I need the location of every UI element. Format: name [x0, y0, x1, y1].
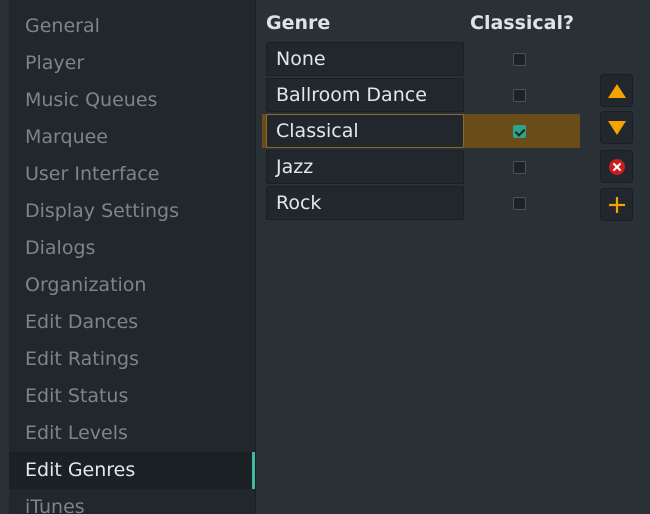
- classical-checkbox[interactable]: [513, 53, 526, 66]
- arrow-up-icon: [607, 83, 626, 98]
- sidebar-item-dialogs[interactable]: Dialogs: [9, 230, 255, 267]
- table-row[interactable]: None: [266, 42, 580, 76]
- sidebar-item-general[interactable]: General: [9, 8, 255, 45]
- move-up-button[interactable]: [600, 74, 633, 107]
- sidebar-item-edit-levels[interactable]: Edit Levels: [9, 415, 255, 452]
- table-row[interactable]: Rock: [266, 186, 580, 220]
- classical-column-header: Classical?: [470, 12, 575, 34]
- sidebar-item-player[interactable]: Player: [9, 45, 255, 82]
- classical-checkbox[interactable]: [513, 89, 526, 102]
- table-row[interactable]: Classical: [262, 114, 580, 148]
- classical-checkbox[interactable]: [513, 125, 526, 138]
- move-down-button[interactable]: [600, 111, 633, 144]
- genre-name-field[interactable]: Jazz: [266, 150, 464, 184]
- sidebar-item-edit-dances[interactable]: Edit Dances: [9, 304, 255, 341]
- remove-genre-button[interactable]: [600, 150, 633, 183]
- sidebar-item-display-settings[interactable]: Display Settings: [9, 193, 255, 230]
- genre-column-header: Genre: [266, 12, 331, 34]
- classical-checkbox[interactable]: [513, 161, 526, 174]
- sidebar-item-edit-ratings[interactable]: Edit Ratings: [9, 341, 255, 378]
- genre-name-field[interactable]: None: [266, 42, 464, 76]
- remove-icon: [608, 158, 625, 175]
- sidebar-item-marquee[interactable]: Marquee: [9, 119, 255, 156]
- sidebar-item-music-queues[interactable]: Music Queues: [9, 82, 255, 119]
- genre-name-field[interactable]: Rock: [266, 186, 464, 220]
- plus-icon: [608, 196, 625, 213]
- arrow-down-icon: [607, 120, 626, 135]
- table-row[interactable]: Ballroom Dance: [266, 78, 580, 112]
- add-genre-button[interactable]: [600, 188, 633, 221]
- preferences-sidebar: General Player Music Queues Marquee User…: [9, 0, 256, 514]
- genre-editor: Genre Classical? None Ballroom Dance Cla…: [256, 0, 650, 514]
- sidebar-item-itunes[interactable]: iTunes: [9, 489, 255, 514]
- sidebar-item-edit-genres[interactable]: Edit Genres: [9, 452, 255, 489]
- sidebar-item-organization[interactable]: Organization: [9, 267, 255, 304]
- table-row[interactable]: Jazz: [266, 150, 580, 184]
- genre-name-field[interactable]: Ballroom Dance: [266, 78, 464, 112]
- genre-name-field[interactable]: Classical: [266, 114, 464, 148]
- sidebar-item-user-interface[interactable]: User Interface: [9, 156, 255, 193]
- classical-checkbox[interactable]: [513, 197, 526, 210]
- sidebar-item-edit-status[interactable]: Edit Status: [9, 378, 255, 415]
